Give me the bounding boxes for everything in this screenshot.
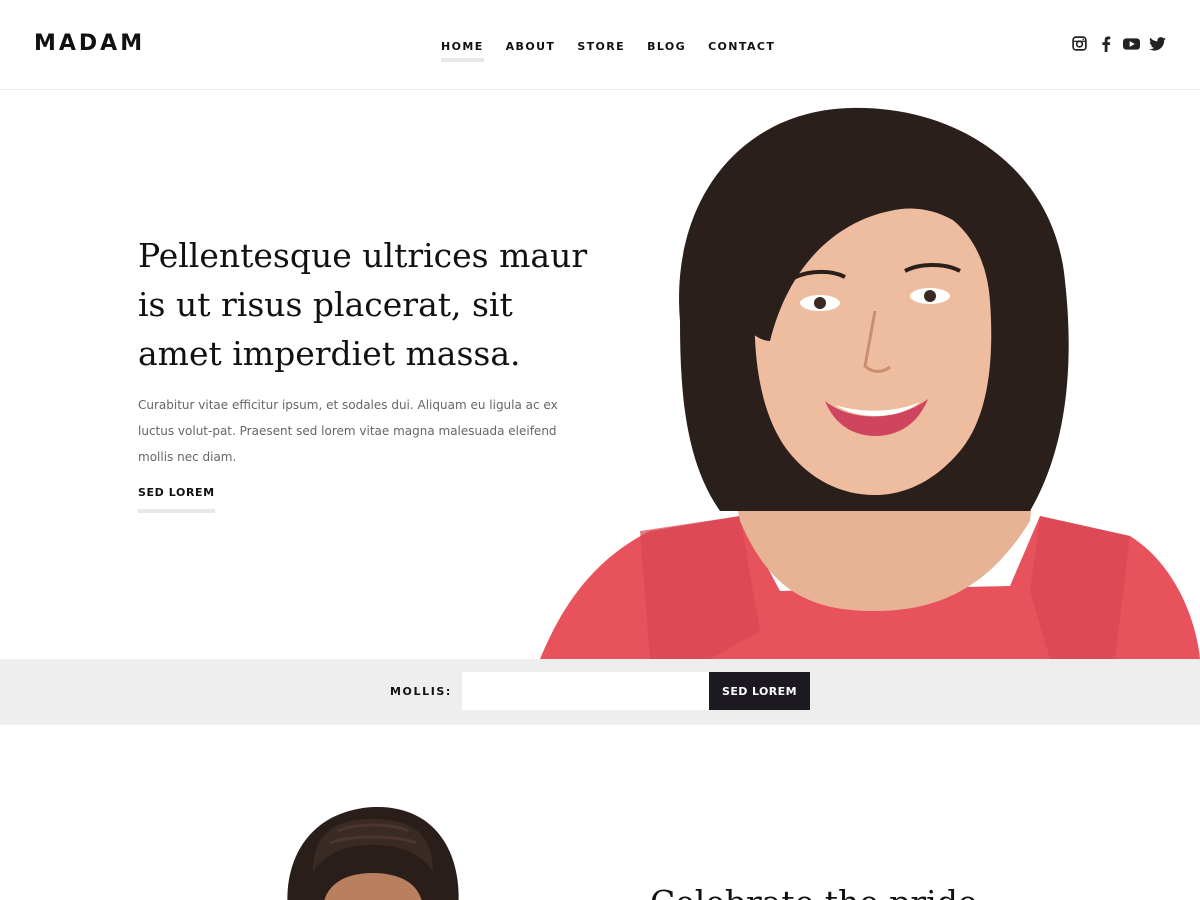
nav-item-about[interactable]: ABOUT [506, 40, 556, 62]
newsletter-bar: MOLLIS: SED LOREM [0, 659, 1200, 725]
hero-description: Curabitur vitae efficitur ipsum, et soda… [138, 398, 558, 464]
section-woman-photo [287, 806, 459, 900]
youtube-icon[interactable] [1123, 35, 1140, 52]
hero-text-block: Pellentesque ultrices maur is ut risus p… [138, 231, 588, 513]
feature-section: Celebrate the pride [0, 725, 1200, 900]
feature-heading: Celebrate the pride [650, 883, 977, 900]
twitter-icon[interactable] [1149, 35, 1166, 52]
nav-item-store[interactable]: STORE [577, 40, 625, 62]
site-header: MADAM HOME ABOUT STORE BLOG CONTACT [0, 0, 1200, 90]
site-logo[interactable]: MADAM [34, 31, 145, 56]
main-nav: HOME ABOUT STORE BLOG CONTACT [430, 40, 786, 62]
hero-woman-photo [540, 107, 1200, 659]
newsletter-label: MOLLIS: [390, 685, 452, 698]
hero-cta-link[interactable]: SED LOREM [138, 486, 215, 513]
nav-item-blog[interactable]: BLOG [647, 40, 686, 62]
nav-item-contact[interactable]: CONTACT [708, 40, 775, 62]
facebook-icon[interactable] [1097, 35, 1114, 52]
nav-item-home[interactable]: HOME [441, 40, 484, 62]
instagram-icon[interactable] [1071, 35, 1088, 52]
hero-section: Pellentesque ultrices maur is ut risus p… [0, 91, 1200, 659]
social-links [1062, 35, 1166, 52]
newsletter-email-input[interactable] [462, 672, 709, 710]
hero-title: Pellentesque ultrices maur is ut risus p… [138, 236, 588, 373]
newsletter-submit-button[interactable]: SED LOREM [709, 672, 810, 710]
